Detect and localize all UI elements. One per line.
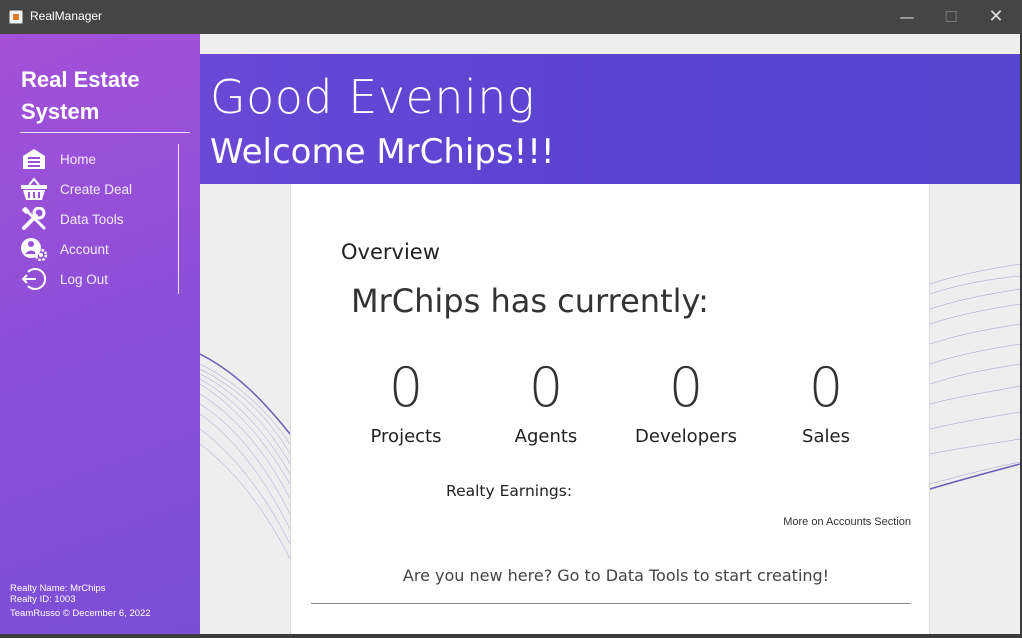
stat-value: 0	[528, 356, 564, 419]
sidebar-item-label: Account	[60, 242, 109, 257]
realty-earnings-label: Realty Earnings:	[446, 482, 573, 500]
overview-subheading: MrChips has currently:	[351, 282, 709, 320]
sidebar-item-data-tools[interactable]: Data Tools	[20, 204, 170, 234]
stat-value: 0	[388, 356, 424, 419]
maximize-button[interactable]: ☐	[928, 0, 974, 34]
stat-projects: 0 Projects	[336, 356, 476, 447]
stat-label: Developers	[635, 426, 737, 447]
stat-agents: 0 Agents	[476, 356, 616, 447]
sidebar-item-label: Data Tools	[60, 212, 124, 227]
app-window: RealManager — ☐ ✕ Real Estate System Hom…	[0, 0, 1022, 638]
realty-name: Realty Name: MrChips	[10, 583, 106, 594]
window-title: RealManager	[30, 9, 103, 23]
home-icon	[23, 149, 45, 169]
more-accounts-link[interactable]: More on Accounts Section	[783, 516, 911, 528]
sidebar-nav: Home Create Deal Data Tools Account Log …	[20, 144, 170, 294]
realty-info: Realty Name: MrChips Realty ID: 1003 Tea…	[10, 583, 151, 620]
stat-label: Projects	[370, 426, 442, 447]
stat-label: Agents	[514, 426, 578, 447]
sidebar-item-label: Create Deal	[60, 182, 133, 197]
close-button[interactable]: ✕	[973, 0, 1019, 34]
sidebar-item-label: Home	[60, 152, 97, 167]
java-app-icon	[9, 10, 23, 24]
stat-value: 0	[668, 356, 704, 419]
stat-label: Sales	[802, 426, 850, 447]
title-bar: RealManager — ☐ ✕	[0, 0, 1022, 34]
overview-card: Overview MrChips has currently: 0 Projec…	[290, 184, 930, 634]
sidebar-item-account[interactable]: Account	[20, 234, 170, 264]
stat-developers: 0 Developers	[616, 356, 756, 447]
welcome-text: Welcome MrChips!!!	[210, 132, 555, 172]
overview-heading: Overview	[341, 240, 440, 264]
logout-icon	[21, 268, 47, 290]
nav-divider	[178, 144, 179, 294]
brand-line-2: System	[21, 99, 100, 124]
greeting-banner: Good Evening Welcome MrChips!!!	[200, 54, 1020, 184]
brand-title: Real Estate System	[21, 64, 186, 128]
stat-sales: 0 Sales	[756, 356, 896, 447]
card-divider	[311, 603, 911, 604]
greeting-text: Good Evening	[210, 70, 536, 124]
tools-icon	[21, 207, 46, 230]
sidebar-item-create-deal[interactable]: Create Deal	[20, 174, 170, 204]
minimize-button[interactable]: —	[884, 0, 930, 34]
sidebar-item-home[interactable]: Home	[20, 144, 170, 174]
stat-value: 0	[808, 356, 844, 419]
basket-icon	[21, 177, 47, 200]
sidebar: Real Estate System Home Create Deal Data…	[0, 34, 200, 634]
copyright: TeamRusso © December 6, 2022	[10, 608, 151, 619]
sidebar-item-log-out[interactable]: Log Out	[20, 264, 170, 294]
new-here-prompt: Are you new here? Go to Data Tools to st…	[402, 566, 830, 585]
brand-divider	[20, 132, 190, 133]
account-settings-icon	[21, 238, 48, 261]
client-area: Real Estate System Home Create Deal Data…	[0, 34, 1020, 634]
brand-line-1: Real Estate	[21, 67, 140, 92]
sidebar-item-label: Log Out	[60, 272, 109, 287]
realty-id: Realty ID: 1003	[10, 593, 76, 605]
